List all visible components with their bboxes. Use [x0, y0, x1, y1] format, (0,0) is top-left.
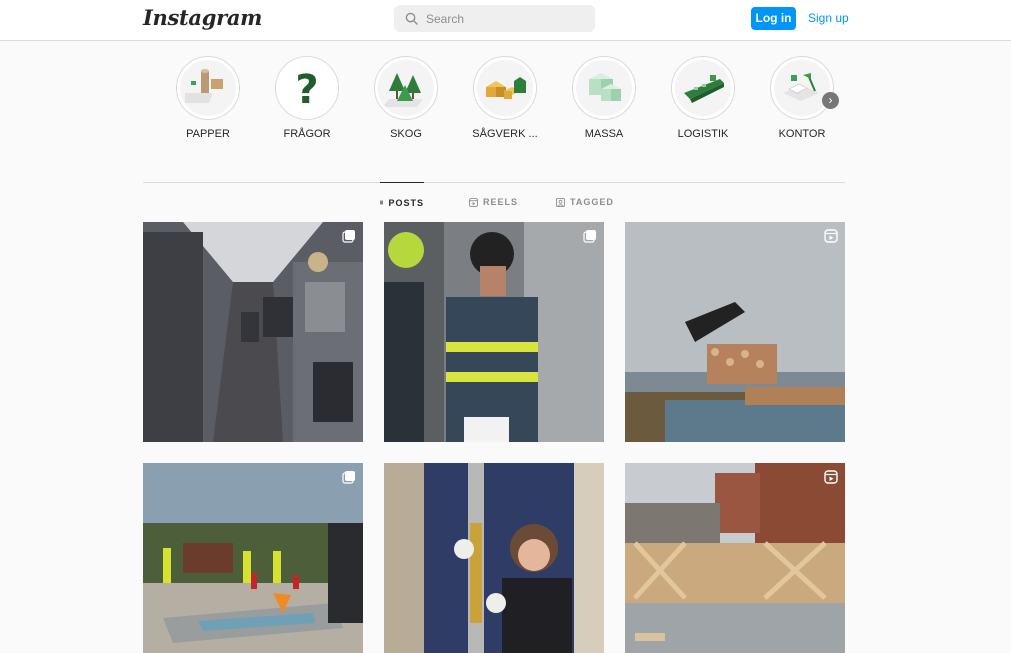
post-image: [625, 222, 845, 442]
highlight-massa[interactable]: MASSA: [564, 56, 644, 140]
reel-icon: [824, 470, 838, 484]
highlight-cover: [176, 56, 240, 120]
post-thumbnail[interactable]: [625, 463, 845, 653]
highlight-cover: [770, 56, 834, 120]
post-thumbnail[interactable]: [143, 222, 363, 442]
highlight-sagverk[interactable]: SÅGVERK ...: [465, 56, 545, 140]
post-image: [143, 222, 363, 442]
login-button[interactable]: Log in: [751, 7, 796, 30]
highlight-papper[interactable]: PAPPER: [168, 56, 248, 140]
post-thumbnail[interactable]: [384, 222, 604, 442]
multiple-icon: [342, 230, 355, 243]
highlight-cover: [473, 56, 537, 120]
highlight-label: SÅGVERK ...: [472, 128, 538, 140]
post-image: [625, 463, 845, 653]
question-mark-icon: ?: [295, 67, 318, 111]
highlight-label: LOGISTIK: [677, 128, 729, 140]
reel-icon: [824, 229, 838, 243]
tagged-icon: [556, 197, 565, 207]
ship-icon: [684, 75, 724, 103]
multiple-icon: [583, 230, 596, 243]
highlight-label: KONTOR: [778, 128, 826, 140]
sawmill-icon: [486, 77, 526, 99]
reels-icon: [469, 197, 478, 207]
tab-posts[interactable]: POSTS: [380, 182, 424, 222]
highlight-label: FRÅGOR: [283, 128, 331, 140]
tab-tagged[interactable]: TAGGED: [556, 182, 614, 222]
pulp-icon: [589, 73, 621, 101]
tab-label: TAGGED: [570, 197, 614, 207]
highlight-cover: [572, 56, 636, 120]
tab-label: POSTS: [388, 197, 424, 208]
highlight-label: SKOG: [390, 128, 422, 140]
forest-icon: [383, 73, 423, 107]
post-image: [384, 222, 604, 442]
search-box[interactable]: [394, 5, 595, 32]
grid-icon: [380, 200, 384, 205]
highlight-skog[interactable]: SKOG: [366, 56, 446, 140]
post-thumbnail[interactable]: [625, 222, 845, 442]
paper-rolls-icon: [185, 69, 223, 103]
post-thumbnail[interactable]: [143, 463, 363, 653]
chevron-right-icon[interactable]: ›: [822, 92, 839, 109]
search-input[interactable]: [426, 5, 586, 32]
highlight-logistik[interactable]: LOGISTIK: [663, 56, 743, 140]
highlight-cover: ?: [275, 56, 339, 120]
highlight-label: PAPPER: [186, 128, 230, 140]
highlight-cover: [671, 56, 735, 120]
post-image: [143, 463, 363, 653]
tab-label: REELS: [483, 197, 519, 207]
post-thumbnail[interactable]: [384, 463, 604, 653]
tab-reels[interactable]: REELS: [469, 182, 518, 222]
top-navigation-bar: Instagram Log in Sign up: [0, 0, 1011, 41]
highlight-cover: [374, 56, 438, 120]
instagram-logo[interactable]: Instagram: [143, 5, 262, 30]
highlight-fragor[interactable]: ? FRÅGOR: [267, 56, 347, 140]
multiple-icon: [342, 471, 355, 484]
signup-link[interactable]: Sign up: [808, 11, 849, 25]
office-icon: [783, 73, 819, 101]
svg-text:?: ?: [295, 67, 318, 111]
highlight-label: MASSA: [584, 128, 624, 140]
search-icon: [405, 12, 418, 25]
post-image: [384, 463, 604, 653]
